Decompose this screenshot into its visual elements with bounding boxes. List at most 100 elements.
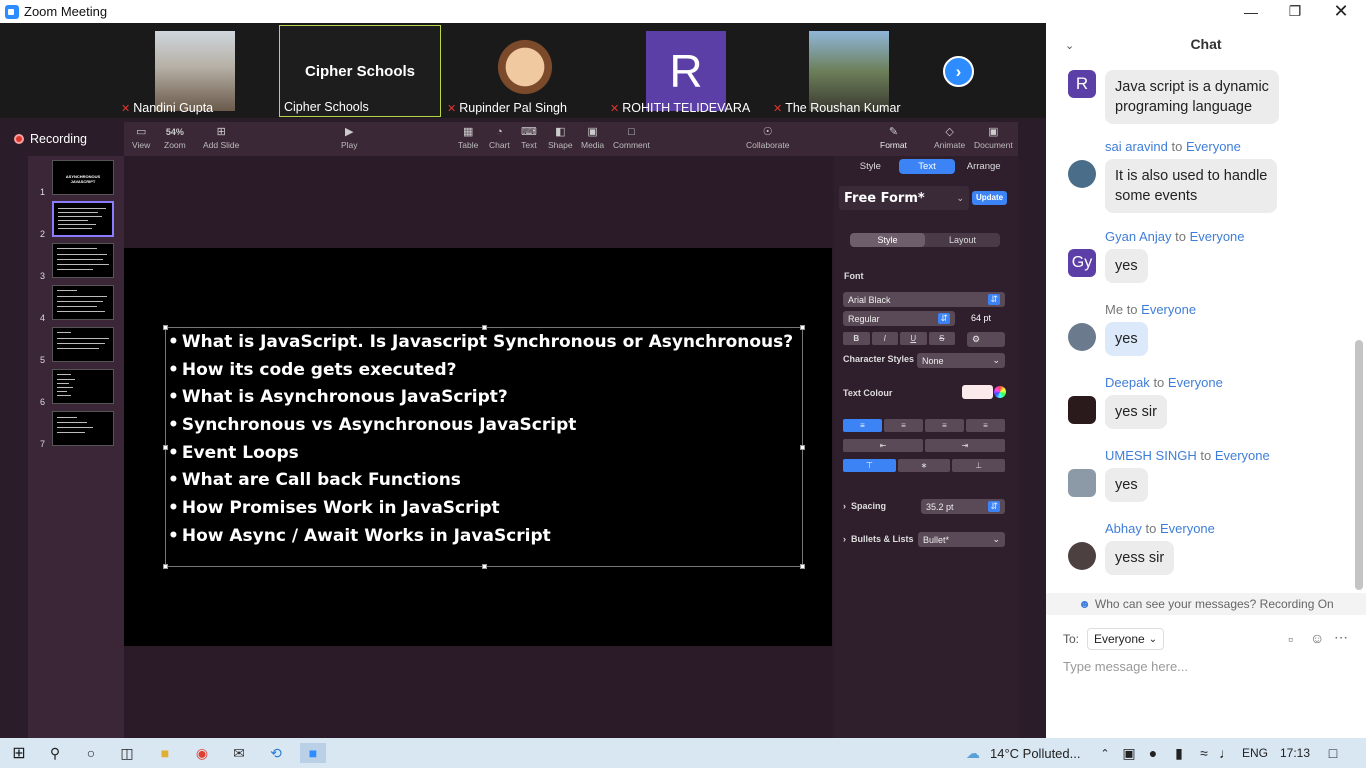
- subtab-layout[interactable]: Layout: [925, 233, 1000, 247]
- text-button[interactable]: ⌨ Text: [521, 125, 537, 150]
- next-participants-arrow-icon[interactable]: ›: [943, 56, 974, 87]
- font-family-select[interactable]: Arial Black ⇵: [843, 292, 1005, 307]
- start-windows-icon[interactable]: ⊞: [8, 743, 30, 763]
- chrome-icon[interactable]: ◉: [191, 743, 213, 763]
- wifi-icon[interactable]: ≈: [1196, 743, 1212, 763]
- message-sender[interactable]: Me to Everyone: [1105, 302, 1196, 317]
- message-sender[interactable]: Abhay to Everyone: [1105, 521, 1215, 536]
- participant-tile[interactable]: R ✕ ROHITH TELIDEVARA: [606, 25, 766, 117]
- slide-thumbnail[interactable]: ASYNCHRONOUS JAVASCRIPT: [52, 160, 114, 195]
- clock[interactable]: 17:13: [1280, 743, 1310, 763]
- recording-indicator[interactable]: Recording: [14, 132, 87, 146]
- document-button[interactable]: ▣ Document: [974, 125, 1013, 150]
- message-sender[interactable]: UMESH SINGH to Everyone: [1105, 448, 1270, 463]
- font-size-value[interactable]: 64 pt: [971, 313, 991, 323]
- shape-button[interactable]: ◧ Shape: [548, 125, 573, 150]
- participant-tile[interactable]: ✕ Nandini Gupta: [117, 25, 277, 117]
- align-bottom-button[interactable]: ⊥: [952, 459, 1006, 472]
- italic-button[interactable]: I: [871, 332, 898, 345]
- subtab-style[interactable]: Style: [850, 233, 925, 247]
- slide-thumbnail[interactable]: [52, 369, 114, 404]
- font-weight-select[interactable]: Regular ⇵: [843, 311, 955, 326]
- character-styles-select[interactable]: None ⌄: [917, 353, 1005, 368]
- message-input[interactable]: Type message here...: [1063, 659, 1188, 674]
- slide-thumbnail-selected[interactable]: [52, 201, 114, 237]
- text-colour-well[interactable]: [962, 385, 993, 399]
- justify-button[interactable]: ≡: [966, 419, 1005, 432]
- play-icon: ▶: [345, 126, 354, 138]
- align-middle-button[interactable]: ∗: [897, 459, 951, 472]
- close-button[interactable]: ✕: [1318, 0, 1364, 23]
- collaborate-button[interactable]: ☉ Collaborate: [746, 125, 789, 150]
- tab-arrange[interactable]: Arrange: [955, 159, 1012, 174]
- task-view-icon[interactable]: ◫: [116, 743, 138, 763]
- language-indicator[interactable]: ENG: [1242, 743, 1268, 763]
- chart-button[interactable]: ◔ Chart: [489, 125, 510, 150]
- microphone-icon[interactable]: ●: [1146, 743, 1160, 763]
- bold-button[interactable]: B: [843, 332, 870, 345]
- cortana-icon[interactable]: ○: [80, 743, 102, 763]
- media-button[interactable]: ▣ Media: [581, 125, 604, 150]
- chevron-up-icon[interactable]: ⌃: [1098, 743, 1112, 763]
- bullets-select[interactable]: Bullet* ⌄: [918, 532, 1005, 547]
- tab-text[interactable]: Text: [898, 159, 956, 174]
- underline-button[interactable]: U: [900, 332, 927, 345]
- notifications-icon[interactable]: □: [1322, 743, 1344, 763]
- recipient-select[interactable]: Everyone ⌄: [1087, 628, 1165, 650]
- format-button[interactable]: ✎ Format: [880, 125, 907, 150]
- message-sender[interactable]: Gyan Anjay to Everyone: [1105, 229, 1245, 244]
- search-icon[interactable]: ⚲: [44, 743, 66, 763]
- spacing-select[interactable]: 35.2 pt ⇵: [921, 499, 1005, 514]
- slide-thumbnail[interactable]: [52, 243, 114, 278]
- decrease-indent-button[interactable]: ⇤: [843, 439, 923, 452]
- restore-button[interactable]: ❐: [1272, 0, 1318, 23]
- message-sender[interactable]: sai aravind to Everyone: [1105, 139, 1241, 154]
- slide-thumbnail[interactable]: [52, 285, 114, 320]
- increase-indent-button[interactable]: ⇥: [925, 439, 1005, 452]
- file-icon[interactable]: ▫: [1288, 631, 1293, 647]
- emoji-icon[interactable]: ☺: [1310, 630, 1324, 646]
- zoom-control[interactable]: 54% Zoom: [164, 125, 186, 150]
- paragraph-style-picker[interactable]: Free Form* ⌄: [839, 186, 969, 210]
- align-center-button[interactable]: ≡: [884, 419, 923, 432]
- weather-cloud-icon[interactable]: ☁: [962, 743, 984, 763]
- slide-bullet-list[interactable]: What is JavaScript. Is Javascript Synchr…: [168, 331, 793, 553]
- align-right-button[interactable]: ≡: [925, 419, 964, 432]
- volume-icon[interactable]: ♩: [1218, 743, 1234, 763]
- colour-wheel-icon[interactable]: [994, 386, 1006, 398]
- vscode-icon[interactable]: ⟲: [265, 743, 287, 763]
- privacy-notice[interactable]: ☻ Who can see your messages? Recording O…: [1046, 593, 1366, 615]
- slide-thumbnail[interactable]: [52, 411, 114, 446]
- slide-thumbnail[interactable]: [52, 327, 114, 362]
- more-icon[interactable]: ⋯: [1334, 629, 1348, 646]
- format-brush-icon: ✎: [888, 126, 899, 138]
- update-button[interactable]: Update: [972, 191, 1007, 205]
- align-left-button[interactable]: ≡: [843, 419, 882, 432]
- bullets-section[interactable]: › Bullets & Lists: [843, 534, 914, 544]
- align-top-button[interactable]: ⊤: [843, 459, 896, 472]
- view-button[interactable]: ▭ View: [132, 125, 150, 150]
- participant-tile[interactable]: ✕ Rupinder Pal Singh: [443, 25, 603, 117]
- animate-button[interactable]: ◇ Animate: [934, 125, 965, 150]
- strikethrough-button[interactable]: S: [928, 332, 955, 345]
- chat-scrollbar[interactable]: [1355, 340, 1363, 590]
- tab-style[interactable]: Style: [842, 159, 899, 174]
- weather-text[interactable]: 14°C Polluted...: [990, 743, 1080, 763]
- add-slide-button[interactable]: ⊞ Add Slide: [203, 125, 239, 150]
- message-bubble: yes sir: [1105, 395, 1167, 429]
- zoom-taskbar-icon[interactable]: ■: [300, 743, 326, 763]
- text-options-button[interactable]: ⚙: [967, 332, 1005, 347]
- comment-button[interactable]: □ Comment: [613, 125, 650, 150]
- participant-tile[interactable]: ✕ The Roushan Kumar: [769, 25, 929, 117]
- battery-icon[interactable]: ▮: [1170, 743, 1188, 763]
- file-explorer-icon[interactable]: ■: [154, 743, 176, 763]
- minimize-button[interactable]: —: [1228, 0, 1274, 23]
- mail-icon[interactable]: ✉: [228, 743, 250, 763]
- message-sender[interactable]: Deepak to Everyone: [1105, 375, 1223, 390]
- participant-tile-active[interactable]: Cipher Schools Cipher Schools: [279, 25, 441, 117]
- play-button[interactable]: ▶ Play: [341, 125, 358, 150]
- spacing-section[interactable]: › Spacing: [843, 501, 886, 511]
- table-button[interactable]: ▦ Table: [458, 125, 478, 150]
- meet-now-icon[interactable]: ▣: [1120, 743, 1138, 763]
- participant-label: Cipher Schools: [304, 63, 416, 80]
